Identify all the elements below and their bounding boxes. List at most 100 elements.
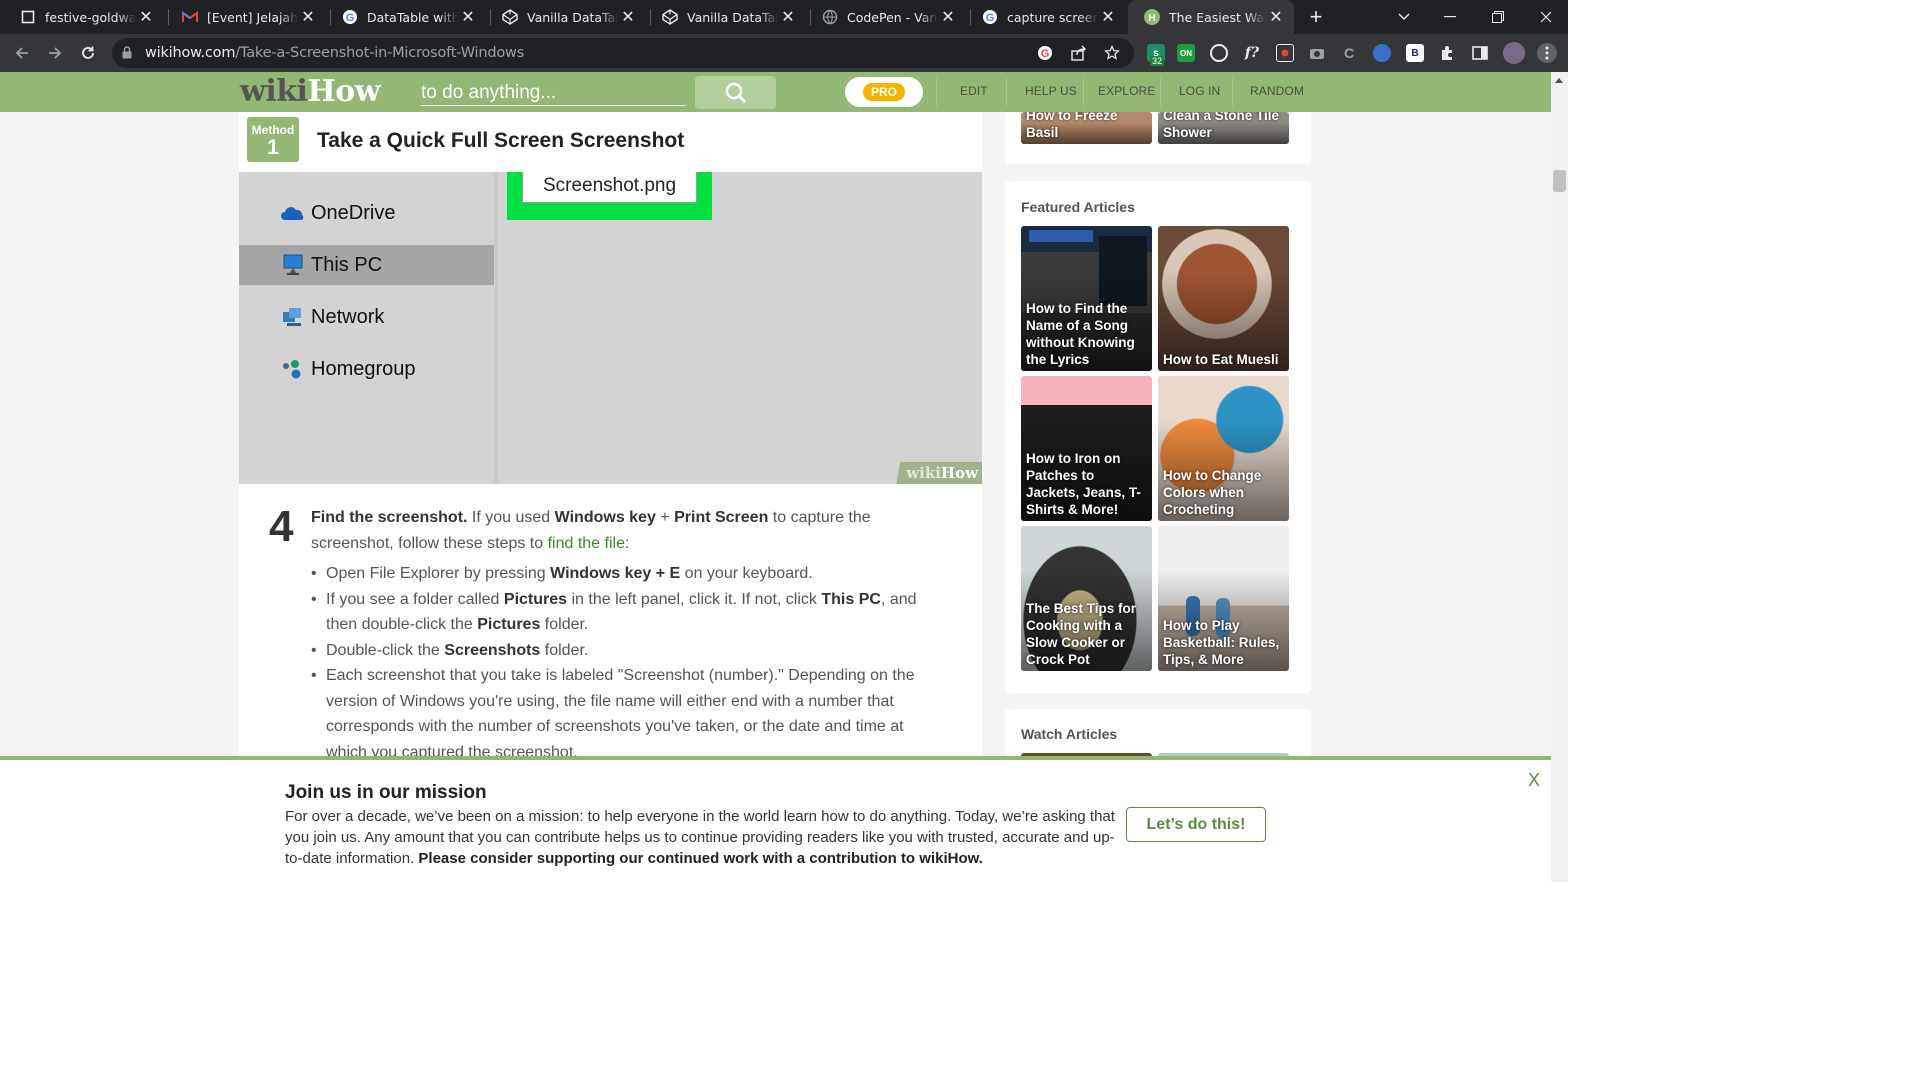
featured-article-tile[interactable]: How to Change Colors when Crocheting (1158, 376, 1289, 521)
extension-on-icon[interactable]: ON (1177, 44, 1195, 62)
featured-article-title: How to Change Colors when Crocheting (1163, 468, 1262, 517)
step-text: Find the screenshot. If you used Windows… (311, 509, 871, 552)
list-item: Double-click the Screenshots folder. (311, 638, 941, 664)
screenshot-file-label: Screenshot.png (522, 172, 697, 203)
tab-title: [Event] Jelajahi Du (207, 9, 298, 25)
url-text: wikihow.com/Take-a-Screenshot-in-Microso… (145, 45, 525, 61)
extension-fx-icon[interactable]: f? (1243, 44, 1261, 62)
extensions-puzzle-icon[interactable] (1438, 44, 1456, 62)
close-tab-icon[interactable]: ✕ (1098, 7, 1118, 27)
related-article-tile[interactable]: Clean a Stone Tile Shower (1158, 112, 1289, 144)
reload-icon[interactable] (74, 40, 102, 66)
tab-title: capture screenshot (1007, 9, 1098, 25)
menu-kebab-icon[interactable] (1537, 43, 1557, 63)
tab[interactable]: G capture screenshot ✕ (966, 0, 1126, 34)
tab[interactable]: Vanilla DataTables ✕ (646, 0, 806, 34)
explorer-item-this-pc: This PC (280, 253, 382, 277)
extension-shield-icon[interactable] (1373, 44, 1391, 62)
nav-help-us[interactable]: HELP US (1025, 84, 1077, 98)
featured-article-tile[interactable]: How to Find the Name of a Song without K… (1021, 226, 1152, 371)
step-number: 4 (269, 502, 294, 551)
nav-random[interactable]: RANDOM (1250, 84, 1304, 98)
google-lens-icon[interactable]: G (1037, 45, 1053, 61)
gmail-icon (182, 9, 198, 25)
extension-b-icon[interactable]: B (1406, 44, 1424, 62)
scrollbar-thumb[interactable] (1553, 170, 1566, 192)
tab[interactable]: Vanilla DataTables ✕ (486, 0, 646, 34)
back-icon[interactable] (8, 40, 36, 66)
wikihow-logo[interactable]: wikiHow (240, 74, 381, 109)
minimize-icon[interactable] (1426, 0, 1474, 34)
tab-title: Vanilla DataTables (527, 9, 618, 25)
network-icon (280, 305, 306, 329)
tab-title: The Easiest Way to (1169, 9, 1266, 25)
close-tab-icon[interactable]: ✕ (298, 7, 318, 27)
nav-log-in[interactable]: LOG IN (1179, 84, 1220, 98)
related-articles-card: How to Freeze Basil Clean a Stone Tile S… (1005, 112, 1311, 164)
lets-do-this-button[interactable]: Let’s do this! (1126, 807, 1266, 842)
onedrive-icon (280, 201, 306, 225)
close-banner-button[interactable]: X (1528, 770, 1540, 791)
watch-articles-heading: Watch Articles (1021, 726, 1118, 742)
step-image[interactable]: OneDrive This PC Network Homegroup Scree… (239, 172, 982, 484)
featured-article-tile[interactable]: How to Eat Muesli (1158, 226, 1289, 371)
globe-icon (822, 9, 838, 25)
tab[interactable]: CodePen - Vanilla ✕ (806, 0, 966, 34)
featured-article-tile[interactable]: How to Play Basketball: Rules, Tips, & M… (1158, 526, 1289, 671)
tab-title: CodePen - Vanilla (847, 9, 938, 25)
related-article-title: Clean a Stone Tile Shower (1163, 112, 1280, 140)
tab[interactable]: festive-goldwasser ✕ (4, 0, 164, 34)
restore-icon[interactable] (1474, 0, 1522, 34)
extension-record-icon[interactable] (1276, 44, 1294, 62)
close-tab-icon[interactable]: ✕ (136, 7, 156, 27)
side-panel-icon[interactable] (1471, 44, 1489, 62)
tab[interactable]: [Event] Jelajahi Du ✕ (166, 0, 326, 34)
google-icon: G (982, 9, 998, 25)
bookmark-star-icon[interactable] (1104, 45, 1120, 61)
list-item: Open File Explorer by pressing Windows k… (311, 561, 941, 587)
share-icon[interactable] (1071, 45, 1087, 61)
nav-edit[interactable]: EDIT (960, 84, 988, 98)
close-tab-icon[interactable]: ✕ (778, 7, 798, 27)
featured-article-title: How to Find the Name of a Song without K… (1026, 301, 1135, 367)
lock-icon[interactable] (122, 46, 132, 64)
forward-icon[interactable] (41, 40, 69, 66)
close-tab-icon[interactable]: ✕ (1266, 7, 1286, 27)
list-item: If you see a folder called Pictures in t… (311, 587, 941, 638)
extension-c-icon[interactable]: C (1340, 44, 1358, 62)
avatar[interactable] (1503, 42, 1525, 64)
tab[interactable]: G DataTable without ✕ (326, 0, 486, 34)
nav-explore[interactable]: EXPLORE (1098, 84, 1155, 98)
tab-strip: festive-goldwasser ✕ [Event] Jelajahi Du… (0, 0, 1568, 34)
featured-article-tile[interactable]: The Best Tips for Cooking with a Slow Co… (1021, 526, 1152, 671)
svg-text:H: H (1148, 13, 1155, 24)
codepen-icon (502, 9, 518, 25)
featured-article-tile[interactable]: How to Iron on Patches to Jackets, Jeans… (1021, 376, 1152, 521)
site-header: wikiHow PRO EDIT HELP US EXPLORE LOG IN … (0, 72, 1551, 112)
list-item: Each screenshot that you take is labeled… (311, 663, 941, 765)
donation-banner: Join us in our mission For over a decade… (0, 756, 1551, 882)
close-tab-icon[interactable]: ✕ (938, 7, 958, 27)
method-title: Take a Quick Full Screen Screenshot (317, 129, 685, 152)
featured-article-title: How to Play Basketball: Rules, Tips, & M… (1163, 618, 1280, 667)
search-input[interactable] (421, 80, 685, 106)
extension-badge: 32 (1150, 56, 1165, 66)
highlight-box: Screenshot.png (507, 172, 712, 220)
extension-circle-icon[interactable] (1210, 44, 1228, 62)
scroll-up-icon[interactable] (1555, 78, 1563, 83)
find-the-file-link[interactable]: find the file (548, 535, 625, 552)
address-bar[interactable]: wikihow.com/Take-a-Screenshot-in-Microso… (112, 38, 1134, 68)
tab-search-icon[interactable] (1380, 0, 1428, 34)
close-window-icon[interactable] (1522, 0, 1570, 34)
new-tab-button[interactable]: + (1303, 4, 1329, 29)
related-article-title: How to Freeze Basil (1026, 112, 1118, 140)
search-button[interactable] (695, 76, 776, 109)
camera-icon[interactable] (1308, 44, 1326, 62)
related-article-tile[interactable]: How to Freeze Basil (1021, 112, 1152, 144)
close-tab-icon[interactable]: ✕ (618, 7, 638, 27)
tab-active[interactable]: H The Easiest Way to ✕ (1128, 0, 1294, 34)
close-tab-icon[interactable]: ✕ (458, 7, 478, 27)
pro-button[interactable]: PRO (845, 77, 923, 107)
featured-articles-heading: Featured Articles (1021, 199, 1135, 215)
page-scrollbar[interactable] (1551, 72, 1568, 882)
